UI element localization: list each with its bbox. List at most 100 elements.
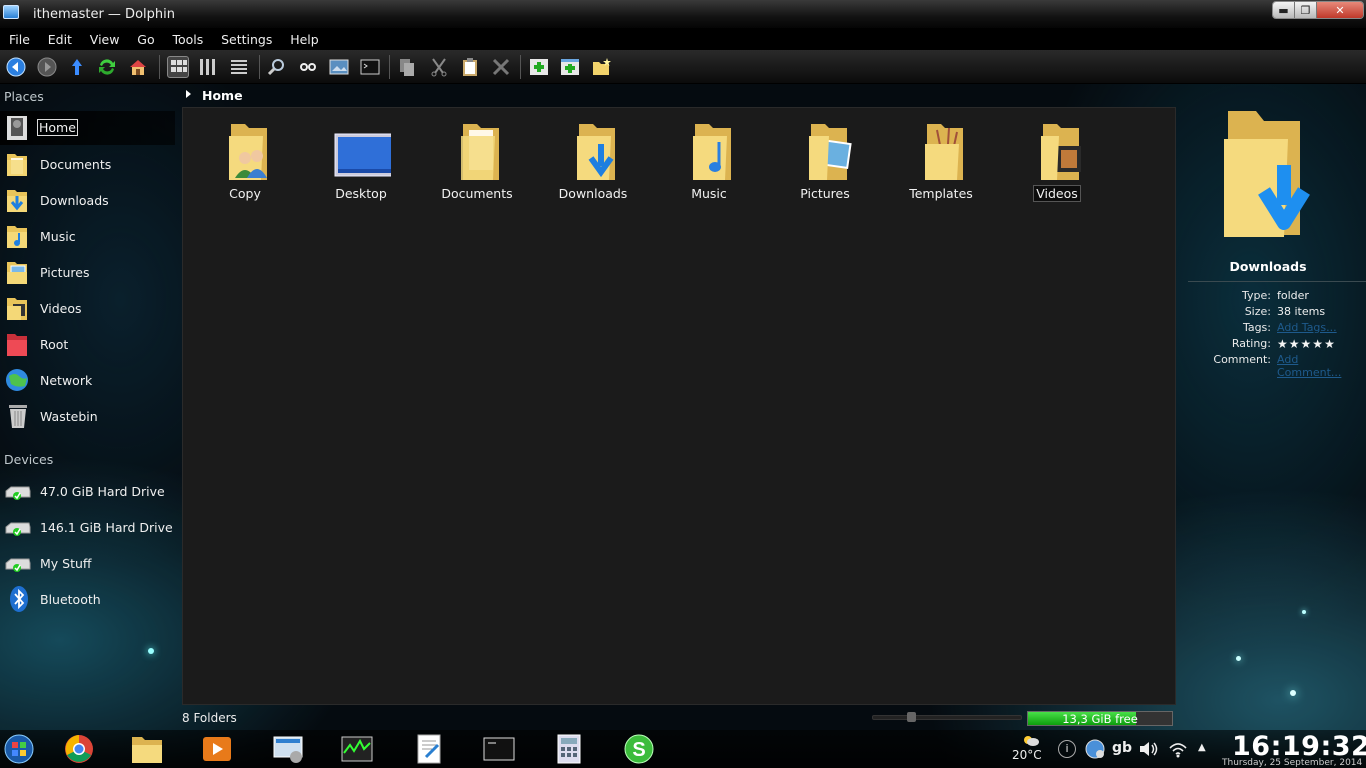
tray-expand-arrow-icon[interactable]: ▲ xyxy=(1198,742,1206,753)
device-bluetooth[interactable]: Bluetooth xyxy=(0,582,175,616)
file-item-downloads[interactable]: Downloads xyxy=(545,116,641,206)
menu-settings[interactable]: Settings xyxy=(221,29,272,47)
menu-tools[interactable]: Tools xyxy=(172,29,203,47)
taskbar-calculator[interactable] xyxy=(552,733,586,765)
new-folder-button[interactable] xyxy=(590,56,612,78)
details-view-button[interactable] xyxy=(228,56,250,78)
folder-downloads-icon xyxy=(1224,111,1310,237)
place-downloads[interactable]: Downloads xyxy=(0,183,175,217)
split-view-button[interactable] xyxy=(328,56,350,78)
star-icon[interactable]: ★ xyxy=(1289,337,1300,351)
menu-help[interactable]: Help xyxy=(290,29,319,47)
device-my-stuff[interactable]: My Stuff xyxy=(0,546,175,580)
hard-drive-icon xyxy=(5,558,31,572)
star-icon[interactable]: ★ xyxy=(1324,337,1335,351)
svg-text:S: S xyxy=(632,739,645,761)
file-item-videos[interactable]: Videos xyxy=(1009,116,1105,206)
forward-button[interactable] xyxy=(36,56,58,78)
taskbar-terminal[interactable] xyxy=(482,733,516,765)
taskbar-media-player[interactable] xyxy=(200,733,234,765)
free-space-indicator[interactable]: 13,3 GiB free xyxy=(1027,711,1173,726)
network-status[interactable] xyxy=(1084,738,1106,764)
place-network[interactable]: Network xyxy=(0,363,175,397)
find-button[interactable] xyxy=(266,56,288,78)
weather-sun-cloud-icon xyxy=(1024,736,1039,746)
taskbar-chrome[interactable] xyxy=(62,733,96,765)
file-item-templates[interactable]: Templates xyxy=(893,116,989,206)
place-root[interactable]: Root xyxy=(0,327,175,361)
star-icon[interactable]: ★ xyxy=(1301,337,1312,351)
keyboard-layout[interactable]: gb xyxy=(1112,740,1132,756)
file-manager-icon xyxy=(132,737,162,763)
taskbar-text-editor[interactable] xyxy=(412,733,446,765)
icons-view-button[interactable] xyxy=(167,56,189,78)
terminal-icon xyxy=(360,59,380,75)
add-tags-link[interactable]: Add Tags... xyxy=(1277,321,1337,334)
taskbar-skype[interactable]: S xyxy=(622,733,656,765)
window-titlebar[interactable]: ithemaster — Dolphin ▬ ❐ ✕ xyxy=(0,0,1366,29)
compact-view-button[interactable] xyxy=(197,56,219,78)
place-videos[interactable]: Videos xyxy=(0,291,175,325)
device-47gib[interactable]: 47.0 GiB Hard Drive xyxy=(0,474,175,508)
star-icon[interactable]: ★ xyxy=(1277,337,1288,351)
file-item-music[interactable]: Music xyxy=(661,116,757,206)
breadcrumb-arrow-icon[interactable] xyxy=(186,90,191,98)
menu-edit[interactable]: Edit xyxy=(48,29,72,47)
start-button[interactable] xyxy=(2,733,36,765)
delete-icon xyxy=(492,58,510,76)
cut-button[interactable] xyxy=(428,56,450,78)
new-tab-button[interactable] xyxy=(528,56,550,78)
place-documents[interactable]: Documents xyxy=(0,147,175,181)
clipboard-icon xyxy=(463,58,477,76)
taskbar-system-monitor[interactable] xyxy=(340,733,374,765)
file-item-pictures[interactable]: Pictures xyxy=(777,116,873,206)
place-music[interactable]: Music xyxy=(0,219,175,253)
place-label: Pictures xyxy=(40,265,90,280)
zoom-slider-track[interactable] xyxy=(872,715,1022,720)
place-home[interactable]: Home xyxy=(0,111,175,145)
file-view[interactable]: Copy Desktop Documents Downloads Music P… xyxy=(182,107,1176,705)
add-comment-link[interactable]: Add Comment... xyxy=(1277,353,1366,379)
taskbar-system-settings[interactable] xyxy=(272,733,306,765)
back-button[interactable] xyxy=(5,56,27,78)
wifi-status[interactable] xyxy=(1168,740,1188,762)
file-label: Desktop xyxy=(335,186,387,201)
menu-go[interactable]: Go xyxy=(137,29,154,47)
file-item-documents[interactable]: Documents xyxy=(429,116,525,206)
folder-videos-icon xyxy=(7,298,27,320)
paste-button[interactable] xyxy=(459,56,481,78)
info-icon[interactable]: i xyxy=(1058,740,1076,758)
copy-button[interactable] xyxy=(396,56,418,78)
file-label: Downloads xyxy=(558,186,628,201)
minimize-button[interactable]: ▬ xyxy=(1273,2,1295,18)
delete-button[interactable] xyxy=(490,56,512,78)
zoom-slider-handle[interactable] xyxy=(907,712,916,722)
breadcrumb-home[interactable]: Home xyxy=(202,88,243,103)
menu-file[interactable]: File xyxy=(9,29,30,47)
star-icon[interactable]: ★ xyxy=(1312,337,1323,351)
weather-widget[interactable]: 20°C xyxy=(1012,734,1046,762)
file-item-desktop[interactable]: Desktop xyxy=(313,116,409,206)
home-button[interactable] xyxy=(127,56,149,78)
rating-stars[interactable]: ★ ★ ★ ★ ★ xyxy=(1277,337,1335,351)
device-label: Bluetooth xyxy=(40,592,101,607)
scissors-icon xyxy=(431,58,447,77)
volume-control[interactable] xyxy=(1138,739,1160,763)
menu-view[interactable]: View xyxy=(90,29,120,47)
reload-button[interactable] xyxy=(96,56,118,78)
forward-arrow-icon xyxy=(37,57,57,77)
close-button[interactable]: ✕ xyxy=(1317,2,1363,18)
device-146gib[interactable]: 146.1 GiB Hard Drive xyxy=(0,510,175,544)
hard-drive-icon xyxy=(5,522,31,536)
maximize-button[interactable]: ❐ xyxy=(1295,2,1317,18)
up-button[interactable] xyxy=(66,56,88,78)
new-window-button[interactable] xyxy=(559,56,581,78)
terminal-button[interactable] xyxy=(359,56,381,78)
preview-button[interactable] xyxy=(297,56,319,78)
place-pictures[interactable]: Pictures xyxy=(0,255,175,289)
taskbar-file-manager[interactable] xyxy=(130,733,164,765)
place-wastebin[interactable]: Wastebin xyxy=(0,399,175,433)
file-item-copy[interactable]: Copy xyxy=(197,116,293,206)
speaker-icon xyxy=(1140,742,1158,756)
folder-count: 8 Folders xyxy=(182,711,237,725)
